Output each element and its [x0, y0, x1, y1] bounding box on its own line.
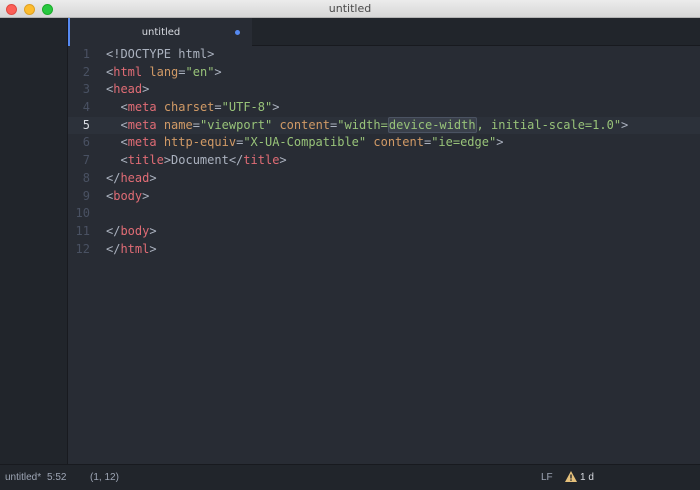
line-number: 6 — [82, 135, 90, 150]
status-line-ending[interactable]: LF — [541, 472, 553, 483]
code-token: <!DOCTYPE html> — [106, 47, 215, 61]
text-editor[interactable]: 1 2 3 4 5 6 7 8 9 10 11 12 <!DOCTYPE html> <html lan… — [68, 46, 700, 464]
line-number: 1 — [82, 47, 90, 61]
status-file-name[interactable]: untitled* — [5, 472, 41, 483]
code-token: title — [127, 153, 164, 168]
code-token: > — [496, 135, 504, 150]
line-number: 11 — [75, 223, 90, 238]
code-line[interactable]: <!DOCTYPE html> — [106, 46, 628, 64]
code-token: > — [272, 100, 280, 115]
code-token: < — [120, 153, 128, 168]
code-line[interactable]: </head> — [106, 170, 628, 188]
code-token: < — [120, 100, 128, 115]
code-token: "width= — [337, 117, 388, 132]
code-line[interactable] — [106, 205, 628, 223]
code-line[interactable]: <meta name="viewport" content="width=dev… — [106, 116, 629, 135]
code-token: meta — [127, 117, 157, 132]
code-token: "ie=edge" — [431, 135, 497, 150]
line-number: 2 — [82, 64, 90, 79]
status-bar: untitled* 5:52 (1, 12) LF 1 d — [0, 464, 700, 490]
code-token: > — [621, 117, 629, 132]
line-number: 7 — [82, 153, 90, 168]
code-token: body — [113, 188, 143, 203]
code-line[interactable]: <meta charset="UTF-8"> — [106, 99, 628, 117]
code-token: http-equiv — [163, 135, 237, 150]
close-window-button[interactable] — [6, 4, 17, 15]
code-token: < — [120, 135, 128, 150]
code-token: < — [120, 117, 128, 132]
code-token: > — [142, 188, 150, 203]
tab-bar: untitled — [68, 18, 700, 46]
title-bar: untitled — [0, 0, 700, 18]
line-number: 5 — [82, 117, 90, 132]
code-token: content — [279, 117, 331, 132]
minimize-window-button[interactable] — [24, 4, 35, 15]
code-token: "X-UA-Compatible" — [243, 135, 367, 150]
code-token: charset — [163, 100, 215, 115]
window-title: untitled — [328, 2, 372, 15]
code-token: device-width — [387, 116, 477, 133]
code-line[interactable]: <html lang="en"> — [106, 64, 628, 82]
code-line[interactable]: </body> — [106, 223, 628, 241]
line-number: 4 — [82, 100, 90, 115]
line-number: 8 — [82, 170, 90, 185]
window-controls — [6, 4, 53, 15]
code-token: meta — [127, 100, 157, 115]
code-token: "UTF-8" — [221, 100, 273, 115]
code-token: > — [142, 82, 150, 97]
code-token: content — [373, 135, 424, 150]
code-token: </ — [106, 223, 121, 238]
code-token: > — [279, 153, 287, 168]
code-token: > — [149, 223, 157, 238]
code-token: = — [192, 117, 200, 132]
code-token: >Document</ — [163, 153, 244, 168]
code-token: head — [120, 170, 150, 185]
line-number: 10 — [75, 206, 90, 221]
code-token: body — [120, 223, 150, 238]
code-token: = — [214, 100, 222, 115]
code-token: </ — [106, 241, 121, 256]
code-token: </ — [106, 170, 121, 185]
code-line[interactable]: </html> — [106, 241, 628, 259]
zoom-window-button[interactable] — [42, 4, 53, 15]
code-token: > — [149, 241, 157, 256]
line-number: 12 — [75, 241, 90, 256]
line-numbers: 1 2 3 4 5 6 7 8 9 10 11 12 — [68, 46, 90, 258]
code-token: "en" — [185, 64, 215, 79]
code-line[interactable]: <meta http-equiv="X-UA-Compatible" conte… — [106, 134, 628, 152]
gutter[interactable]: 1 2 3 4 5 6 7 8 9 10 11 12 — [68, 46, 98, 464]
code-token: html — [113, 64, 143, 79]
code-line[interactable]: <title>Document</title> — [106, 152, 628, 170]
code-token: > — [214, 64, 222, 79]
tab-untitled[interactable]: untitled — [68, 18, 252, 46]
code-token: lang — [149, 64, 179, 79]
warning-icon[interactable] — [565, 471, 577, 482]
code-token: html — [120, 241, 150, 256]
code-token: title — [243, 153, 280, 168]
code-token: meta — [127, 135, 157, 150]
status-cursor-position[interactable]: (1, 12) — [90, 472, 119, 483]
code-line[interactable]: <body> — [106, 188, 628, 206]
code-token: = — [178, 64, 186, 79]
code-line[interactable]: <head> — [106, 81, 628, 99]
tree-view-panel[interactable] — [0, 18, 68, 464]
line-number: 3 — [82, 82, 90, 97]
modified-indicator-icon[interactable] — [235, 30, 240, 35]
code-area[interactable]: <!DOCTYPE html> <html lang="en"> <head> <m… — [106, 46, 628, 258]
code-token: "viewport" — [199, 117, 273, 132]
code-token: , initial-scale=1.0" — [476, 117, 622, 132]
status-time: 5:52 — [47, 472, 67, 483]
code-token: > — [149, 170, 157, 185]
line-number: 9 — [82, 188, 90, 203]
status-warnings[interactable]: 1 d — [580, 472, 594, 483]
tab-title: untitled — [141, 26, 181, 38]
code-token: head — [113, 82, 143, 97]
code-token: name — [163, 117, 193, 132]
